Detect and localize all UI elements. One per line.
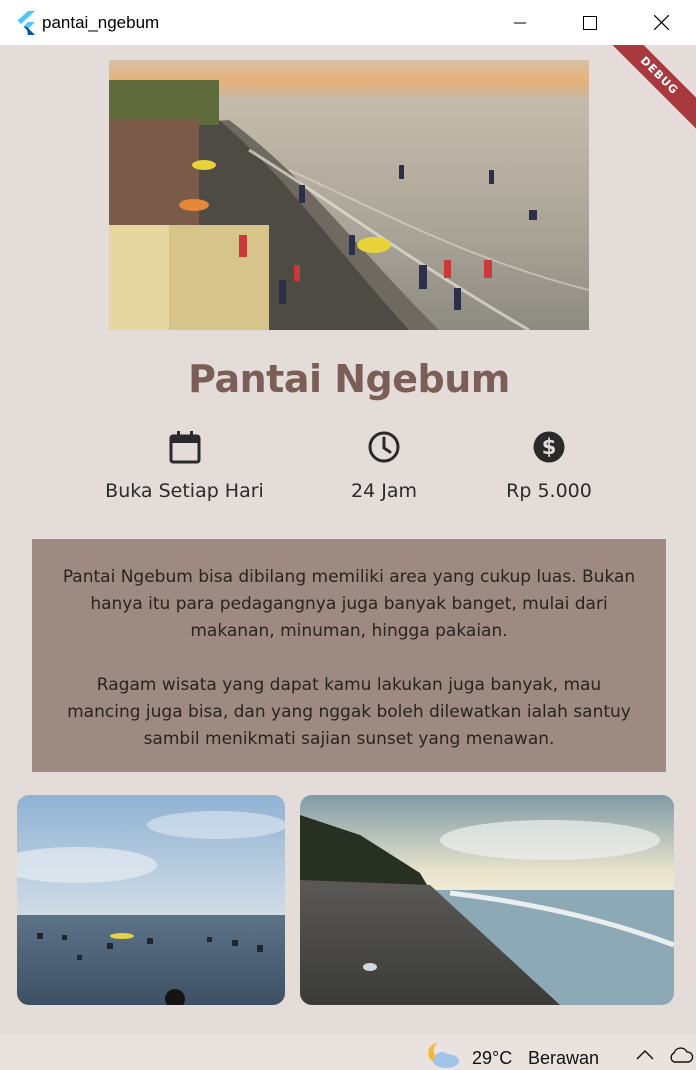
info-price: $ Rp 5.000 <box>489 430 609 502</box>
close-icon <box>653 15 669 30</box>
cloud-icon[interactable] <box>668 1046 694 1064</box>
calendar-icon <box>169 431 200 464</box>
flutter-logo-icon <box>17 11 35 35</box>
info-open-days: Buka Setiap Hari <box>97 430 272 502</box>
description-paragraph: Ragam wisata yang dapat kamu lakukan jug… <box>67 675 631 749</box>
description-paragraph: Pantai Ngebum bisa dibilang memiliki are… <box>62 567 636 641</box>
debug-banner: DEBUG <box>605 45 696 130</box>
maximize-icon <box>583 15 597 30</box>
maximize-button[interactable] <box>567 0 613 45</box>
clock-icon <box>368 431 400 463</box>
gallery-photo-shore <box>300 795 674 1005</box>
info-hours: 24 Jam <box>324 430 444 502</box>
open-days-label: Buka Setiap Hari <box>105 480 264 502</box>
dollar-icon: $ <box>533 431 565 463</box>
app-content: DEBUG Pantai Ngebum Buka Setiap Hari 24 … <box>2 45 696 1035</box>
taskbar: 29°C Berawan <box>0 1035 696 1070</box>
window-titlebar: pantai_ngebum <box>0 0 696 46</box>
chevron-up-icon[interactable] <box>636 1049 654 1061</box>
place-title: Pantai Ngebum <box>188 357 510 401</box>
minimize-icon <box>514 22 526 23</box>
price-label: Rp 5.000 <box>506 480 592 502</box>
weather-condition: Berawan <box>528 1048 600 1068</box>
hours-label: 24 Jam <box>351 480 417 502</box>
hero-beach-photo <box>109 60 589 330</box>
svg-text:$: $ <box>542 435 557 459</box>
weather-temperature: 29°C <box>472 1048 513 1068</box>
description-box: Pantai Ngebum bisa dibilang memiliki are… <box>32 539 666 772</box>
minimize-button[interactable] <box>497 0 543 45</box>
close-button[interactable] <box>638 0 684 45</box>
window-title: pantai_ngebum <box>42 13 160 32</box>
partly-cloudy-icon[interactable] <box>424 1041 462 1069</box>
gallery-photo-swimmers <box>17 795 285 1005</box>
